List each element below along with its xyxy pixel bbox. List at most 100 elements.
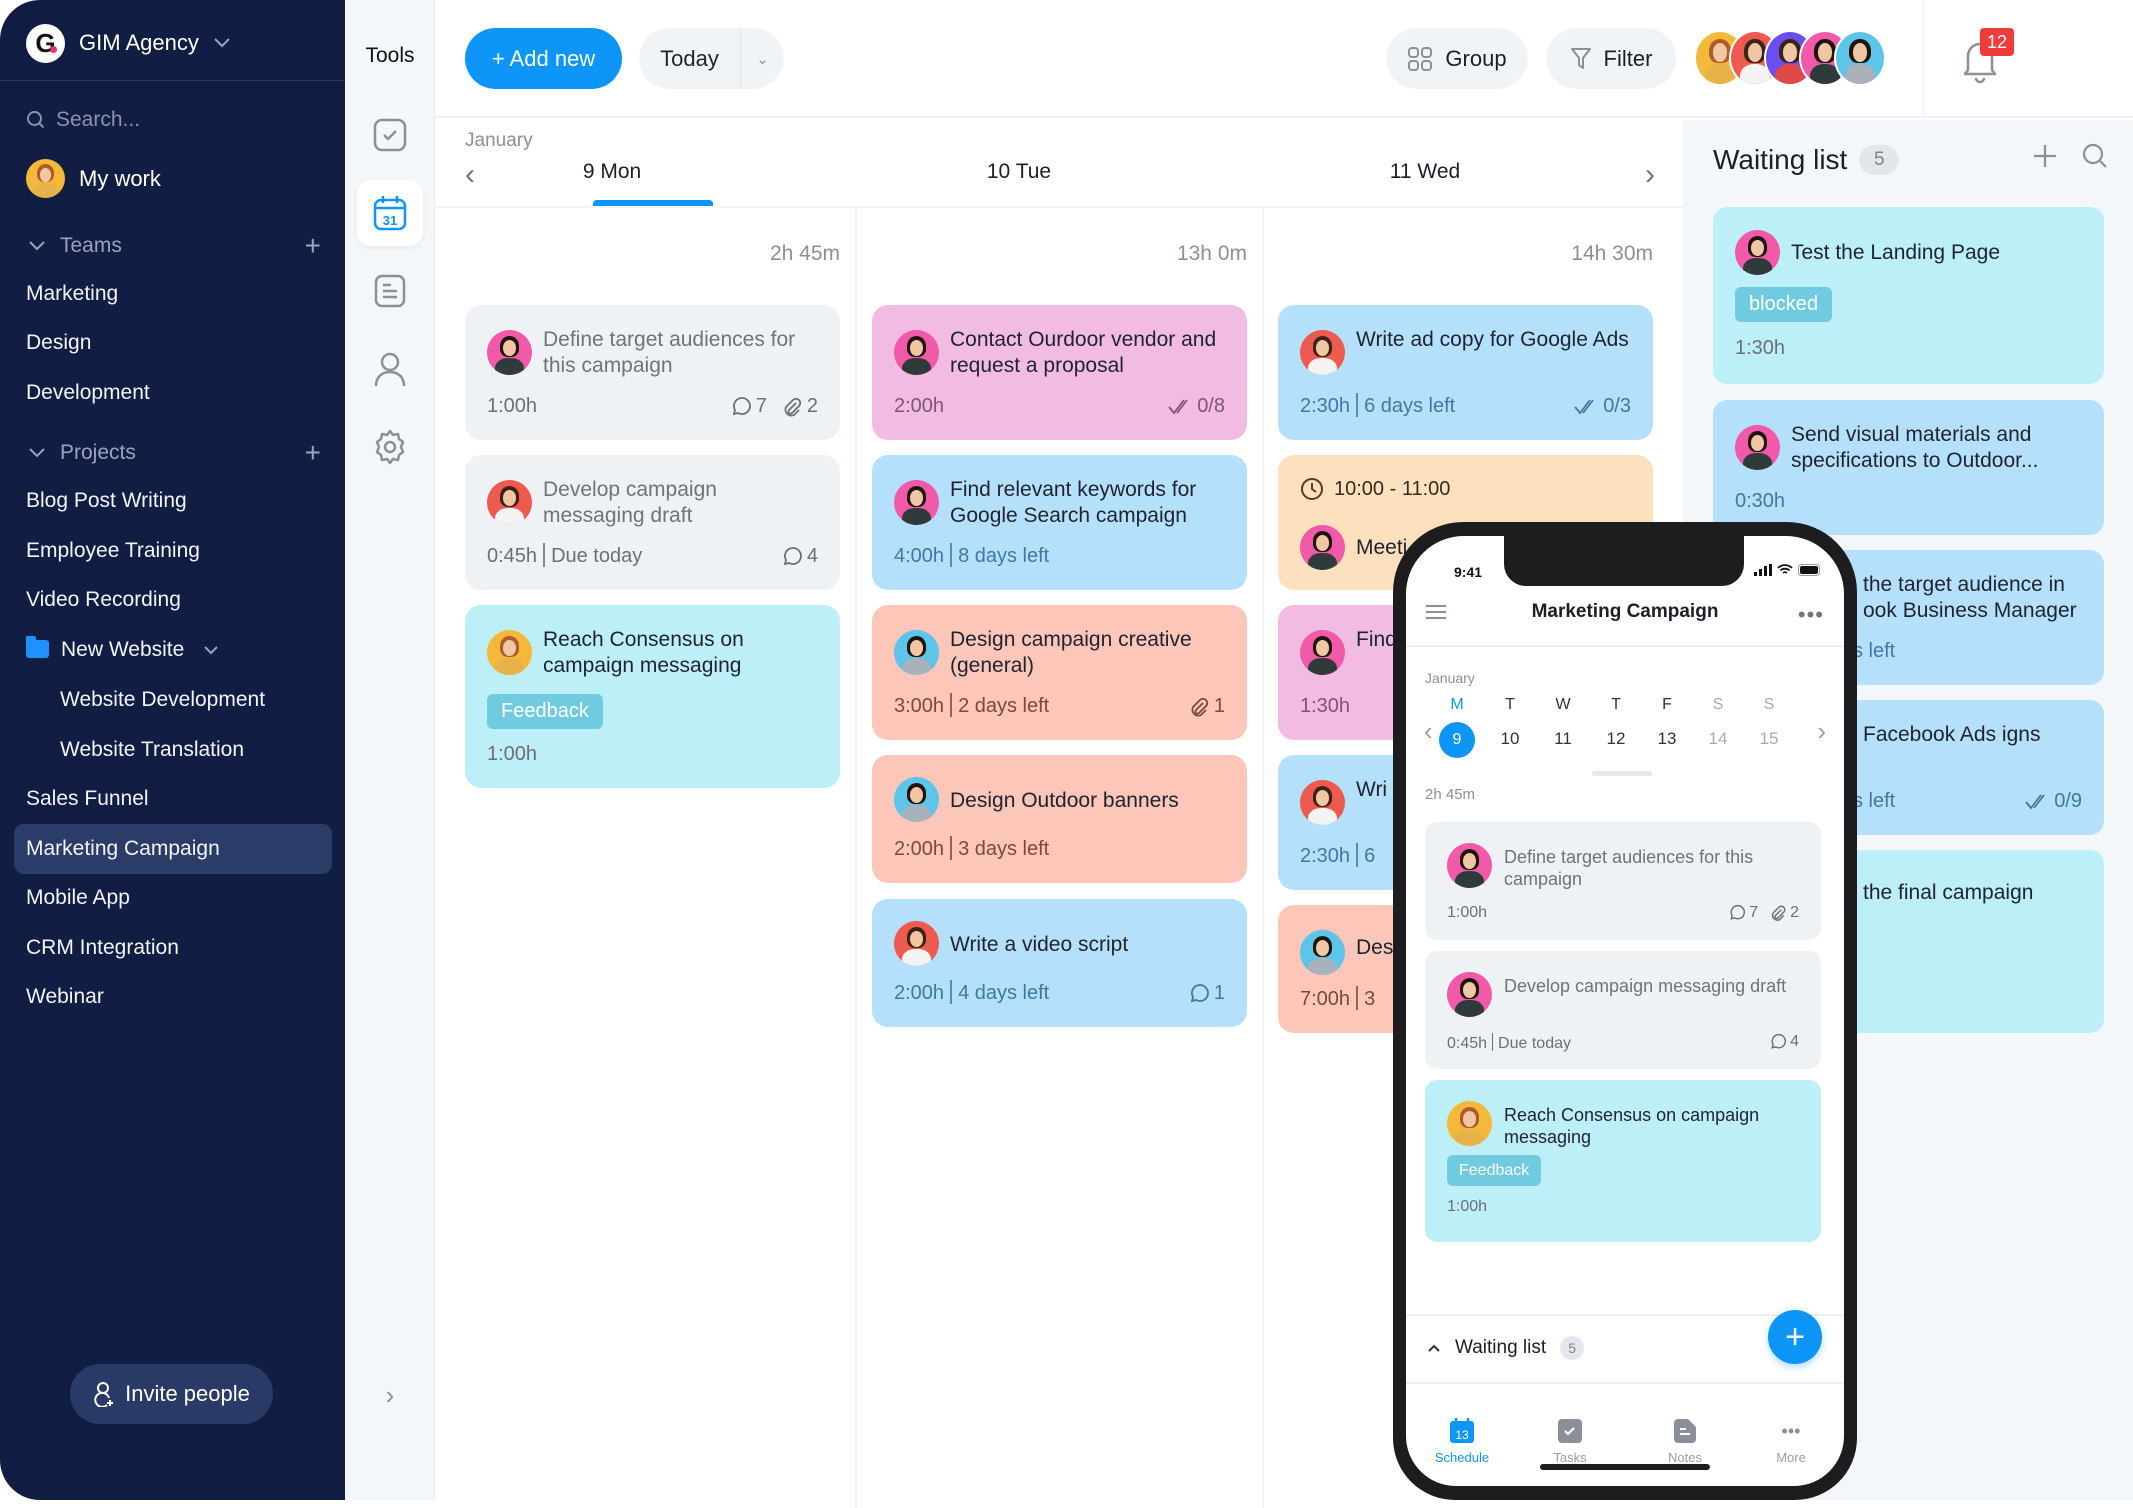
sidebar-item-development[interactable]: Development (26, 381, 150, 405)
task-title: Reach Consensus on campaign messaging (543, 628, 744, 677)
checklist-count: 0/3 (1603, 395, 1631, 417)
add-new-button[interactable]: + Add new (465, 28, 622, 89)
avatar (1447, 843, 1492, 888)
sidebar-item-marketing-campaign[interactable]: Marketing Campaign (14, 824, 332, 874)
sidebar-item-sales-funnel[interactable]: Sales Funnel (26, 787, 149, 811)
avatar (1735, 425, 1780, 470)
clock-icon (1301, 478, 1323, 500)
task-duration: 1:30h (1300, 695, 1351, 717)
task-card[interactable]: Develop campaign messaging draft 0:45h Du… (465, 455, 840, 590)
next-arrow-icon[interactable]: › (1817, 716, 1826, 747)
attachment-count: 2 (1790, 904, 1799, 921)
search-icon[interactable] (2081, 142, 2109, 170)
task-card[interactable]: Design Outdoor banners 2:00h 3 days left (872, 755, 1247, 883)
sidebar-item-my-work[interactable]: My work (26, 159, 161, 198)
more-icon[interactable]: ••• (1798, 602, 1824, 628)
sidebar-folder-new-website[interactable]: New Website (26, 636, 220, 662)
event-time-label: 10:00 - 11:00 (1334, 477, 1451, 500)
task-title: Contact Ourdoor vendor and request a pro… (950, 328, 1217, 377)
team-avatars[interactable] (1694, 30, 1886, 86)
tool-tasks[interactable] (357, 102, 423, 168)
today-label: Today (660, 45, 719, 71)
date-cell[interactable]: 14 (1698, 729, 1738, 749)
search-placeholder: Search... (56, 108, 141, 131)
selected-date[interactable]: 9 (1439, 722, 1475, 758)
invite-people-button[interactable]: Invite people (70, 1364, 273, 1424)
today-button[interactable]: Today ⌄ (639, 28, 784, 89)
task-stats: 4 (1769, 1033, 1799, 1051)
workspace-switcher[interactable]: G GIM Agency (26, 22, 231, 64)
sidebar-item-website-development[interactable]: Website Development (60, 688, 265, 712)
date-cell[interactable]: 10 (1490, 729, 1530, 749)
waiting-card[interactable]: Test the Landing Page blocked 1:30h (1713, 207, 2104, 384)
sidebar-item-webinar[interactable]: Webinar (26, 985, 104, 1009)
date-cell[interactable]: 11 (1543, 729, 1583, 749)
tag-badge: blocked (1735, 287, 1832, 322)
add-task-fab[interactable]: + (1768, 1310, 1822, 1364)
task-card[interactable]: Find relevant keywords for Google Search… (872, 455, 1247, 590)
tool-settings[interactable] (357, 414, 423, 480)
task-card[interactable]: Reach Consensus on campaign messaging Fe… (465, 605, 840, 788)
task-card[interactable]: Develop campaign messaging draft 0:45h Du… (1425, 951, 1821, 1069)
tab-schedule[interactable]: 13 Schedule (1422, 1416, 1502, 1465)
tab-tasks[interactable]: Tasks (1530, 1416, 1610, 1465)
waiting-title: Test the Landing Page (1791, 241, 2000, 264)
search-input[interactable]: Search... (26, 108, 140, 132)
weekday-label: W (1555, 696, 1571, 713)
folder-icon (26, 636, 49, 658)
waiting-card[interactable]: Send visual materials and specifications… (1713, 400, 2104, 535)
drag-handle[interactable] (1592, 771, 1652, 776)
add-icon[interactable] (2031, 142, 2059, 170)
sidebar-item-design[interactable]: Design (26, 331, 91, 355)
tab-notes[interactable]: Notes (1645, 1416, 1725, 1465)
filter-button[interactable]: Filter (1546, 28, 1676, 89)
sidebar-item-website-translation[interactable]: Website Translation (60, 738, 244, 762)
date-cell[interactable]: 12 (1596, 729, 1636, 749)
task-card[interactable]: Contact Ourdoor vendor and request a pro… (872, 305, 1247, 440)
tool-notes[interactable] (357, 258, 423, 324)
phone-title: Marketing Campaign (1531, 601, 1719, 622)
battery-icon (1798, 564, 1820, 576)
sidebar-item-video-recording[interactable]: Video Recording (26, 588, 181, 612)
phone-month: January (1425, 670, 1475, 686)
avatar (1300, 780, 1345, 825)
tag-badge: Feedback (487, 694, 603, 729)
phone-waiting-list-toggle[interactable]: Waiting list 5 (1427, 1336, 1585, 1360)
task-card[interactable]: Define target audiences for this campaig… (1425, 822, 1821, 940)
tool-people[interactable] (357, 336, 423, 402)
avatar (1300, 930, 1345, 975)
group-button[interactable]: Group (1386, 28, 1528, 89)
next-arrow-icon[interactable]: › (1645, 158, 1655, 192)
add-team-icon[interactable]: + (305, 230, 321, 262)
sidebar-item-mobile-app[interactable]: Mobile App (26, 886, 130, 910)
waiting-duration: 0:30h (1735, 490, 1786, 512)
projects-section-header[interactable]: Projects + (26, 437, 321, 469)
add-project-icon[interactable]: + (305, 437, 321, 469)
divider (0, 80, 345, 81)
comment-count: 4 (806, 545, 818, 567)
task-card[interactable]: Write a video script 2:00h 4 days left 1 (872, 899, 1247, 1027)
avatar (894, 330, 939, 375)
avatar[interactable] (1834, 30, 1886, 86)
avatar (487, 630, 532, 675)
tab-day-mon[interactable]: 9 Mon (472, 160, 752, 184)
notification-badge: 12 (1980, 28, 2014, 56)
task-card[interactable]: Write ad copy for Google Ads 2:30h 6 days… (1278, 305, 1653, 440)
prev-arrow-icon[interactable]: ‹ (1424, 716, 1433, 747)
expand-icon[interactable]: › (345, 1380, 435, 1411)
tab-more[interactable]: ••• More (1751, 1416, 1831, 1466)
teams-section-header[interactable]: Teams + (26, 230, 321, 262)
chevron-down-icon[interactable]: ⌄ (741, 50, 784, 68)
task-card[interactable]: Design campaign creative (general) 3:00h… (872, 605, 1247, 740)
tab-day-wed[interactable]: 11 Wed (1285, 160, 1565, 184)
sidebar-item-crm-integration[interactable]: CRM Integration (26, 936, 179, 960)
task-card[interactable]: Define target audiences for this campaig… (465, 305, 840, 440)
tab-day-tue[interactable]: 10 Tue (879, 160, 1159, 184)
date-cell[interactable]: 13 (1647, 729, 1687, 749)
tool-calendar[interactable]: 31 (357, 180, 423, 246)
sidebar-item-employee-training[interactable]: Employee Training (26, 539, 200, 563)
sidebar-item-marketing[interactable]: Marketing (26, 282, 118, 306)
date-cell[interactable]: 15 (1749, 729, 1789, 749)
sidebar-item-blog-post-writing[interactable]: Blog Post Writing (26, 489, 187, 513)
task-card[interactable]: Reach Consensus on campaign messaging Fe… (1425, 1080, 1821, 1242)
